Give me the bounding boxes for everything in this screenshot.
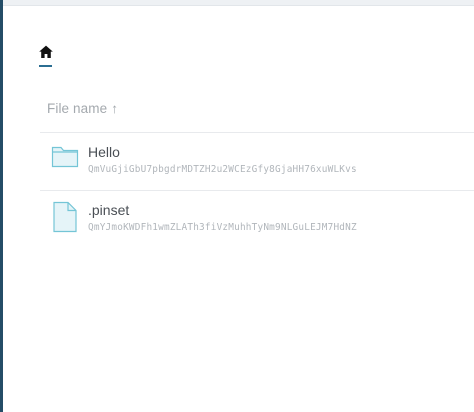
- column-header-label: File name: [47, 101, 108, 116]
- breadcrumb: [38, 44, 54, 68]
- sidebar-edge: [0, 0, 3, 412]
- file-cid: QmVuGjiGbU7pbgdrMDTZH2u2WCEzGfy8GjaHH76x…: [88, 164, 357, 175]
- breadcrumb-active-indicator: [39, 65, 52, 67]
- folder-icon: [51, 146, 79, 168]
- home-icon[interactable]: [38, 44, 54, 60]
- file-row[interactable]: .pinset QmYJmoKWDFh1wmZLATh3fiVzMuhhTyNm…: [40, 191, 474, 248]
- file-name[interactable]: Hello: [88, 144, 120, 160]
- column-header-file-name[interactable]: File name ↑: [47, 101, 118, 116]
- file-row[interactable]: Hello QmVuGjiGbU7pbgdrMDTZH2u2WCEzGfy8Gj…: [40, 133, 474, 191]
- file-name[interactable]: .pinset: [88, 202, 129, 218]
- file-list-header: File name ↑: [40, 90, 474, 133]
- top-bar: [3, 0, 474, 6]
- file-cid: QmYJmoKWDFh1wmZLATh3fiVzMuhhTyNm9NLGuLEJ…: [88, 222, 357, 233]
- sort-ascending-icon: ↑: [111, 101, 119, 116]
- file-browser: File name ↑ Hello QmVuGjiGbU7pbgdrMDTZH2u…: [0, 0, 474, 412]
- file-icon: [53, 201, 77, 233]
